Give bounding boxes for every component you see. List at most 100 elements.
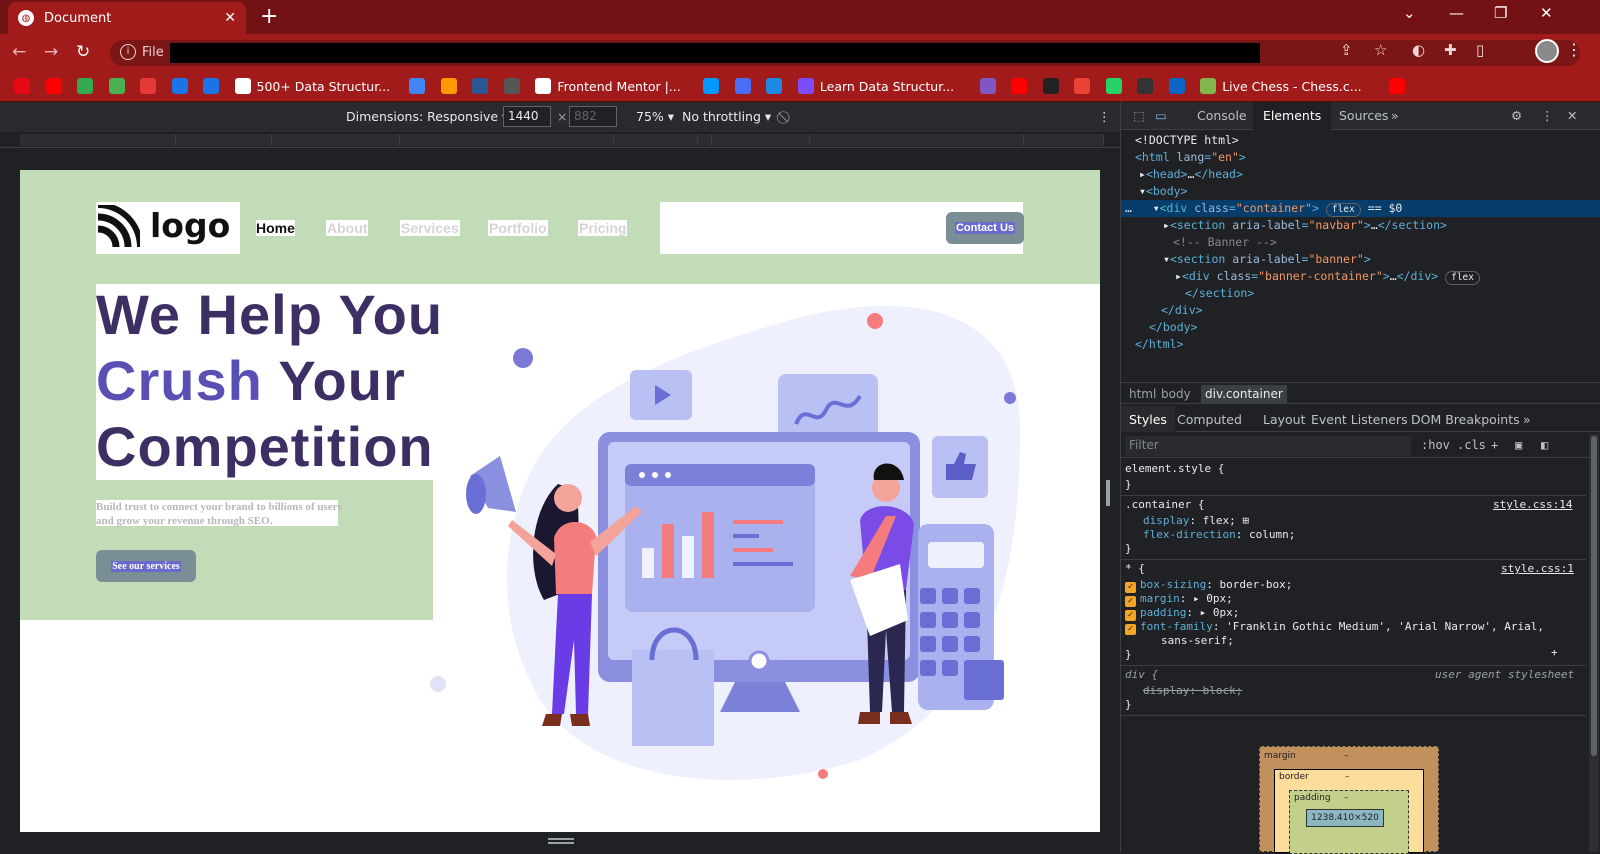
source-link[interactable]: style.css:1 [1501,562,1574,575]
bookmark-item[interactable] [703,76,725,96]
crumb-body[interactable]: body [1161,387,1191,401]
bookmark-item[interactable]: Frontend Mentor |... [535,76,681,96]
dom-node[interactable]: </html> [1135,336,1183,353]
bookmark-item[interactable] [409,76,431,96]
tab-console[interactable]: Console [1197,108,1247,123]
nav-about[interactable]: About [326,220,369,236]
device-options-kebab-icon[interactable]: ⋮ [1098,109,1111,124]
tab-layout[interactable]: Layout [1263,412,1306,427]
chevron-down-icon[interactable]: ⌄ [1403,4,1416,22]
extension-dot-icon[interactable]: ◐ [1412,41,1425,59]
bookmark-item[interactable] [45,76,68,96]
bookmark-item[interactable] [503,76,526,96]
dom-node[interactable]: ▸<div class="banner-container">…</div> f… [1175,268,1480,285]
tab-dom-breakpoints[interactable]: DOM Breakpoints [1411,412,1520,427]
dom-node[interactable]: ▸<head>…</head> [1139,166,1243,183]
tab-more[interactable]: » [1391,108,1399,123]
device-toggle-icon[interactable]: ▭ [1155,108,1167,123]
close-devtools-icon[interactable]: ✕ [1567,108,1577,123]
bookmark-item[interactable] [440,76,463,96]
source-link[interactable]: style.css:14 [1493,498,1572,511]
styles-scrollbar[interactable] [1589,434,1599,852]
dom-node[interactable]: </section> [1185,285,1254,302]
bookmark-item[interactable] [77,76,99,96]
dom-node[interactable]: <!-- Banner --> [1173,234,1277,251]
forward-icon[interactable]: → [44,42,58,62]
side-panel-icon[interactable]: ▯ [1476,41,1484,59]
throttling-dropdown[interactable]: No throttling ▾ [682,109,771,124]
paint-icon[interactable]: ▣ [1515,438,1522,452]
dom-node[interactable]: ▾<section aria-label="banner"> [1163,251,1371,268]
nav-portfolio[interactable]: Portfolio [488,220,548,236]
restore-icon[interactable]: ❐ [1494,4,1507,22]
dom-node[interactable]: ▸<section aria-label="navbar">…</section… [1163,217,1447,234]
resize-handle-bottom[interactable] [548,838,574,844]
nav-home[interactable]: Home [256,220,295,236]
resize-handle-right[interactable] [1106,480,1110,506]
hov-toggle[interactable]: :hov [1421,438,1450,452]
tab-computed[interactable]: Computed [1177,412,1242,427]
cls-toggle[interactable]: .cls [1457,438,1486,452]
dom-node[interactable]: <html lang="en"> [1135,149,1246,166]
back-icon[interactable]: ← [12,42,26,62]
box-model-border[interactable]: border – padding – 1238.410×520 [1274,769,1424,854]
height-input[interactable]: 882 [569,106,617,127]
dom-node[interactable]: </div> [1161,302,1203,319]
reload-icon[interactable]: ↻ [76,42,90,62]
bookmark-item[interactable] [472,76,494,96]
rule-container[interactable]: .container { style.css:14 display: flex;… [1121,496,1586,560]
close-icon[interactable]: ✕ [224,10,236,26]
bookmark-item[interactable] [1011,76,1033,96]
bookmark-item[interactable] [1388,76,1411,96]
minimize-icon[interactable]: — [1449,4,1464,22]
dom-node-selected[interactable]: … ▾<div class="container"> flex == $0 [1125,200,1402,217]
new-tab-icon[interactable]: + [260,4,278,30]
bookmark-item[interactable] [766,76,788,96]
bookmark-item[interactable] [1137,76,1159,96]
box-model-content[interactable]: 1238.410×520 [1306,809,1384,827]
menu-kebab-icon[interactable]: ⋮ [1566,40,1582,59]
rule-element-style[interactable]: element.style { } [1121,460,1586,496]
avatar[interactable] [1535,39,1559,63]
rule-universal[interactable]: * { style.css:1 ✓ box-sizing: border-box;… [1121,560,1586,666]
bookmark-item[interactable] [203,76,225,96]
box-model-margin[interactable]: margin – border – padding – 1238.410×520 [1259,746,1439,854]
width-input[interactable]: 1440 [503,106,551,127]
add-rule-icon[interactable]: + [1491,438,1498,452]
bookmark-item[interactable] [140,76,162,96]
tab-elements[interactable]: Elements [1253,102,1332,130]
contact-us-button[interactable]: Contact Us [946,212,1024,244]
devtools-kebab-icon[interactable]: ⋮ [1541,108,1554,123]
tab-event-listeners[interactable]: Event Listeners [1311,412,1408,427]
crumb-container[interactable]: div.container [1201,385,1287,403]
rule-user-agent-div[interactable]: div { user agent stylesheet display: blo… [1121,666,1586,716]
styles-filter-input[interactable]: Filter [1125,436,1411,456]
bookmark-item[interactable] [171,76,194,96]
bookmark-star-icon[interactable]: ☆ [1374,41,1387,59]
tab-document[interactable]: ◍ Document ✕ [8,2,246,34]
extensions-puzzle-icon[interactable]: ✚ [1444,41,1457,59]
address-bar[interactable]: i File [110,40,1580,66]
bookmark-item[interactable] [1168,76,1191,96]
toggle-sidebar-icon[interactable]: ◧ [1541,438,1548,452]
bookmark-item[interactable] [1105,76,1128,96]
bookmark-item[interactable] [979,76,1002,96]
box-model-padding[interactable]: padding – 1238.410×520 [1289,790,1409,854]
bookmark-item[interactable] [1042,76,1065,96]
dom-node[interactable]: <!DOCTYPE html> [1135,132,1239,149]
bookmark-item[interactable] [14,76,36,96]
dom-node[interactable]: </body> [1149,319,1197,336]
share-icon[interactable]: ⇪ [1340,41,1353,59]
info-icon[interactable]: i [120,44,136,60]
nav-services[interactable]: Services [400,220,460,236]
tab-sources[interactable]: Sources [1339,108,1388,123]
bookmark-item[interactable] [1074,76,1096,96]
address-url-redacted[interactable] [170,43,1260,63]
gear-icon[interactable]: ⚙ [1511,108,1522,123]
dom-node[interactable]: ▾<body> [1139,183,1187,200]
tab-styles[interactable]: Styles [1121,406,1175,432]
tab-more-styles[interactable]: » [1523,412,1531,427]
window-close-icon[interactable]: ✕ [1540,4,1553,22]
bookmark-item[interactable]: Learn Data Structur... [797,76,954,96]
bookmark-item[interactable] [108,76,131,96]
